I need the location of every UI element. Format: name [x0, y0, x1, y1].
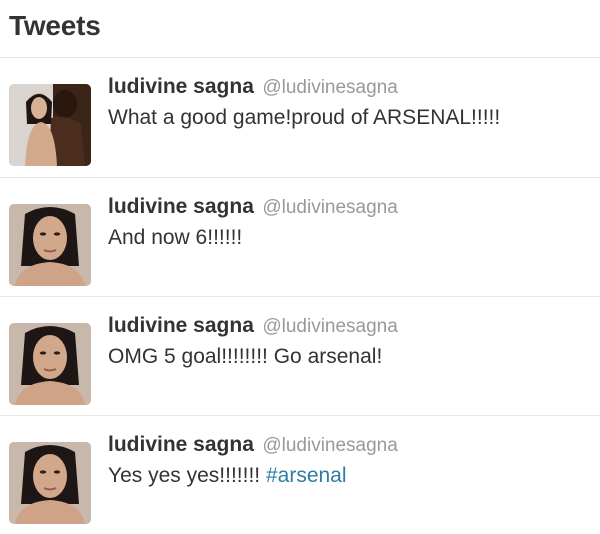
tweet-text-body: OMG 5 goal!!!!!!!! Go arsenal! — [108, 345, 383, 368]
author-handle[interactable]: @ludivinesagna — [262, 197, 398, 218]
tweet-item[interactable]: ludivine sagna @ludivinesagna OMG 5 goal… — [0, 296, 600, 415]
author-name[interactable]: ludivine sagna — [108, 75, 254, 98]
tweet-text-body: Yes yes yes!!!!!!! — [108, 464, 266, 487]
avatar[interactable] — [9, 323, 91, 405]
timeline-header: Tweets — [0, 0, 600, 58]
tweet-text-body: What a good game!proud of ARSENAL!!!!! — [108, 106, 501, 129]
page-title: Tweets — [9, 10, 101, 41]
author-handle[interactable]: @ludivinesagna — [262, 316, 398, 337]
hashtag-link[interactable]: #arsenal — [266, 464, 347, 487]
author-handle[interactable]: @ludivinesagna — [262, 77, 398, 98]
tweet-item[interactable]: ludivine sagna @ludivinesagna And now 6!… — [0, 177, 600, 296]
author-name[interactable]: ludivine sagna — [108, 195, 254, 218]
avatar[interactable] — [9, 204, 91, 286]
author-name[interactable]: ludivine sagna — [108, 433, 254, 456]
tweet-item[interactable]: ludivine sagna @ludivinesagna What a goo… — [0, 58, 600, 177]
author-name[interactable]: ludivine sagna — [108, 314, 254, 337]
tweet-text: Yes yes yes!!!!!!! #arsenal — [108, 462, 590, 490]
tweet-text: What a good game!proud of ARSENAL!!!!! — [108, 104, 590, 132]
tweet-list: ludivine sagna @ludivinesagna What a goo… — [0, 58, 600, 534]
tweet-item[interactable]: ludivine sagna @ludivinesagna Yes yes ye… — [0, 415, 600, 534]
avatar[interactable] — [9, 84, 91, 166]
tweet-text: And now 6!!!!!! — [108, 224, 590, 252]
tweet-text: OMG 5 goal!!!!!!!! Go arsenal! — [108, 343, 590, 371]
avatar[interactable] — [9, 442, 91, 524]
tweet-text-body: And now 6!!!!!! — [108, 226, 243, 249]
author-handle[interactable]: @ludivinesagna — [262, 435, 398, 456]
